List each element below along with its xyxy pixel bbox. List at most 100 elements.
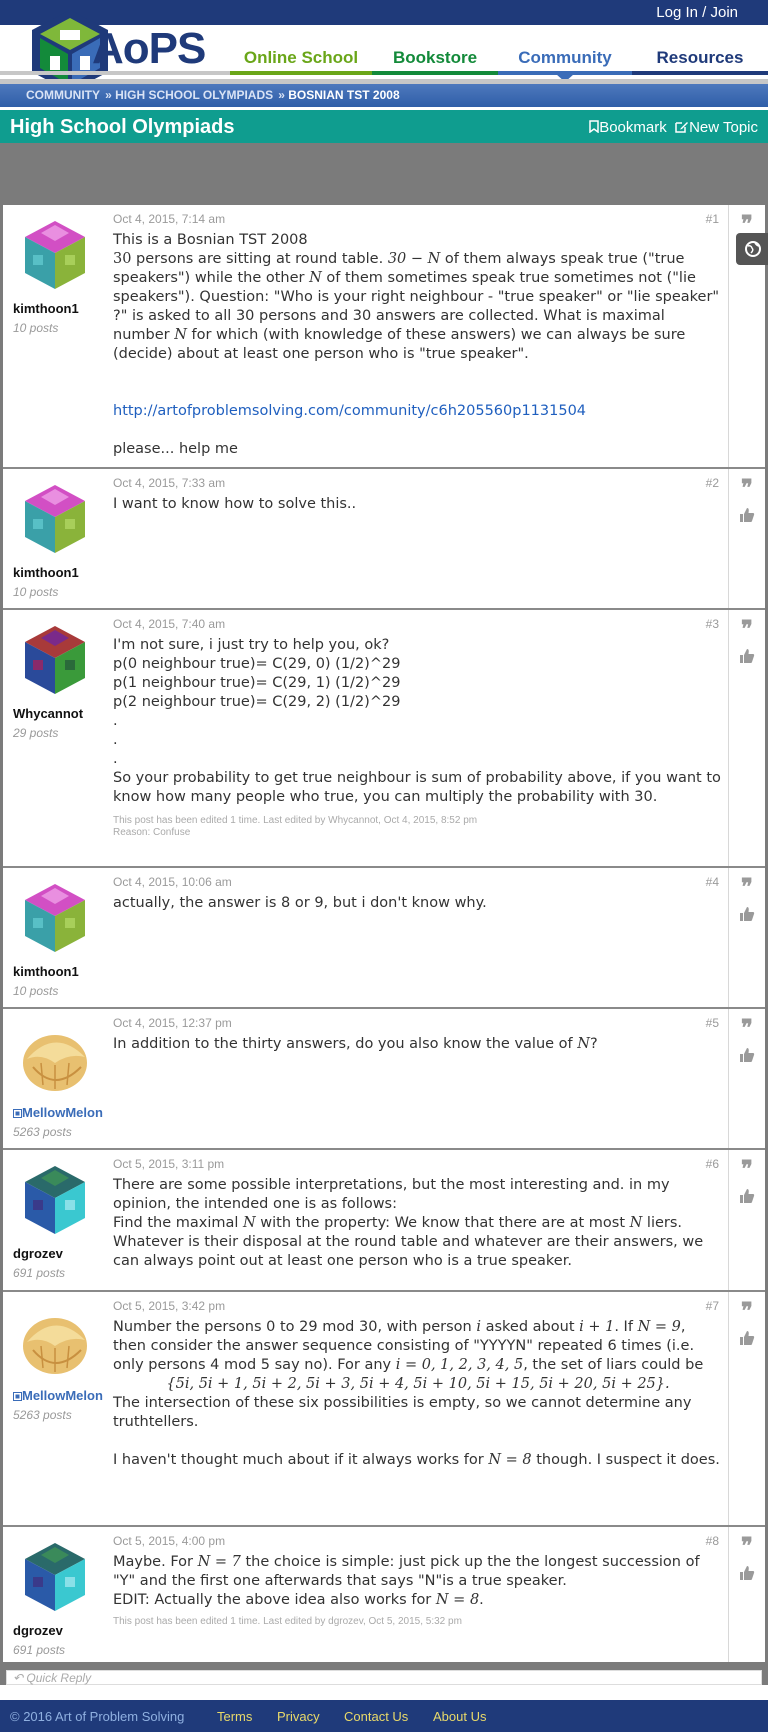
post-number[interactable]: #3 bbox=[706, 617, 719, 631]
post: ❞ kimthoon1 10 posts Oct 4, 2015, 10:06 … bbox=[3, 868, 765, 1009]
thumbs-up-icon[interactable] bbox=[739, 1330, 755, 1346]
quick-reply-bar[interactable]: ↶ Quick Reply bbox=[6, 1670, 762, 1685]
post-text: EDIT: Actually the above idea also works… bbox=[113, 1591, 723, 1610]
breadcrumb-high-school-olympiads[interactable]: HIGH SCHOOL OLYMPIADS bbox=[115, 88, 273, 102]
avatar[interactable] bbox=[19, 1306, 91, 1378]
username[interactable]: dgrozev bbox=[13, 1246, 63, 1261]
thumbs-up-icon[interactable] bbox=[739, 906, 755, 922]
post: ❞ dgrozev 691 posts Oct 5, 2015, 3:11 pm… bbox=[3, 1150, 765, 1292]
topic-link[interactable]: http://artofproblemsolving.com/community… bbox=[113, 402, 723, 421]
post-date[interactable]: Oct 4, 2015, 7:14 am bbox=[113, 212, 225, 226]
bookmark-button[interactable]: Bookmark bbox=[599, 119, 667, 136]
quote-icon[interactable]: ❞ bbox=[741, 1300, 753, 1322]
edit-note: This post has been edited 1 time. Last e… bbox=[113, 1616, 462, 1627]
nav-community[interactable]: Community bbox=[498, 48, 632, 70]
post-count: 10 posts bbox=[13, 585, 59, 599]
post-number[interactable]: #5 bbox=[706, 1016, 719, 1030]
post-date[interactable]: Oct 5, 2015, 3:11 pm bbox=[113, 1157, 224, 1171]
username[interactable]: kimthoon1 bbox=[13, 565, 79, 580]
bookmark-icon bbox=[589, 120, 599, 134]
quote-icon[interactable]: ❞ bbox=[741, 213, 753, 235]
post-body: This is a Bosnian TST 2008 30 persons ar… bbox=[113, 231, 723, 459]
thumbs-up-icon[interactable] bbox=[739, 1188, 755, 1204]
thumbs-up-icon[interactable] bbox=[739, 507, 755, 523]
quote-icon[interactable]: ❞ bbox=[741, 477, 753, 499]
post-number[interactable]: #4 bbox=[706, 875, 719, 889]
quote-icon[interactable]: ❞ bbox=[741, 1017, 753, 1039]
post-actions: ❞ bbox=[728, 1150, 765, 1290]
avatar[interactable] bbox=[19, 1023, 91, 1095]
login-join-link[interactable]: Log In / Join bbox=[656, 4, 738, 21]
quick-reply-label[interactable]: Quick Reply bbox=[26, 1671, 91, 1685]
post-text: though. I suspect it does. bbox=[531, 1452, 720, 1468]
quote-icon[interactable]: ❞ bbox=[741, 1158, 753, 1180]
username[interactable]: MellowMelon bbox=[13, 1388, 103, 1403]
nav-resources[interactable]: Resources bbox=[632, 48, 768, 70]
post-number[interactable]: #7 bbox=[706, 1299, 719, 1313]
post-number[interactable]: #1 bbox=[706, 212, 719, 226]
math: i + 1 bbox=[579, 1319, 615, 1335]
username[interactable]: kimthoon1 bbox=[13, 301, 79, 316]
avatar[interactable] bbox=[19, 882, 91, 954]
post-actions: ❞ bbox=[728, 1527, 765, 1662]
post-text: EDIT: Actually the above idea also works… bbox=[113, 1592, 436, 1608]
globe-tab[interactable] bbox=[736, 233, 768, 265]
post-date[interactable]: Oct 4, 2015, 12:37 pm bbox=[113, 1016, 232, 1030]
post-text: . bbox=[479, 1592, 484, 1608]
post: ❞ MellowMelon 5263 posts Oct 5, 2015, 3:… bbox=[3, 1292, 765, 1527]
post-number[interactable]: #6 bbox=[706, 1157, 719, 1171]
post-date[interactable]: Oct 4, 2015, 7:33 am bbox=[113, 476, 225, 490]
username[interactable]: kimthoon1 bbox=[13, 964, 79, 979]
math-display: {5i, 5i + 1, 5i + 2, 5i + 3, 5i + 4, 5i … bbox=[166, 1376, 670, 1392]
post-count: 10 posts bbox=[13, 984, 59, 998]
math: 30 bbox=[113, 251, 132, 267]
username[interactable]: dgrozev bbox=[13, 1623, 63, 1638]
quote-icon[interactable]: ❞ bbox=[741, 1535, 753, 1557]
quote-icon[interactable]: ❞ bbox=[741, 876, 753, 898]
footer-link-terms[interactable]: Terms bbox=[217, 1709, 252, 1724]
username[interactable]: Whycannot bbox=[13, 706, 83, 721]
post-body: In addition to the thirty answers, do yo… bbox=[113, 1035, 723, 1054]
post-number[interactable]: #8 bbox=[706, 1534, 719, 1548]
post: ❞ kimthoon1 10 posts Oct 4, 2015, 7:33 a… bbox=[3, 469, 765, 610]
aops-logo-text[interactable]: AoPS bbox=[92, 24, 206, 74]
post-text: p(1 neighbour true)= C(29, 1) (1/2)^29 bbox=[113, 675, 401, 691]
post-date[interactable]: Oct 4, 2015, 7:40 am bbox=[113, 617, 225, 631]
forum-title[interactable]: High School Olympiads bbox=[10, 116, 234, 139]
post-date[interactable]: Oct 4, 2015, 10:06 am bbox=[113, 875, 232, 889]
post-date[interactable]: Oct 5, 2015, 4:00 pm bbox=[113, 1534, 225, 1548]
post-text: . If bbox=[614, 1319, 638, 1335]
breadcrumb-community[interactable]: COMMUNITY bbox=[26, 88, 100, 102]
avatar[interactable] bbox=[19, 483, 91, 555]
footer-link-contact[interactable]: Contact Us bbox=[344, 1709, 408, 1724]
username-text[interactable]: MellowMelon bbox=[22, 1105, 103, 1120]
post-text: There are some possible interpretations,… bbox=[113, 1177, 670, 1212]
thumbs-up-icon[interactable] bbox=[739, 648, 755, 664]
nav-bookstore[interactable]: Bookstore bbox=[372, 48, 498, 70]
math: N = 9 bbox=[637, 1319, 681, 1335]
nav-online-school[interactable]: Online School bbox=[230, 48, 372, 70]
new-topic-button[interactable]: New Topic bbox=[689, 119, 758, 136]
post-text: In addition to the thirty answers, do yo… bbox=[113, 1035, 723, 1054]
post: ❞ dgrozev 691 posts Oct 5, 2015, 4:00 pm… bbox=[3, 1527, 765, 1662]
username[interactable]: MellowMelon bbox=[13, 1105, 103, 1120]
math: 30 − N bbox=[387, 251, 441, 267]
thumbs-up-icon[interactable] bbox=[739, 1047, 755, 1063]
username-text[interactable]: MellowMelon bbox=[22, 1388, 103, 1403]
avatar[interactable] bbox=[19, 1164, 91, 1236]
breadcrumb-topic[interactable]: BOSNIAN TST 2008 bbox=[288, 88, 399, 102]
post-text: Number the persons 0 to 29 mod 30, with … bbox=[113, 1318, 723, 1375]
thumbs-up-icon[interactable] bbox=[739, 1565, 755, 1581]
footer-copyright: © 2016 Art of Problem Solving bbox=[10, 1709, 185, 1724]
avatar[interactable] bbox=[19, 624, 91, 696]
footer-link-privacy[interactable]: Privacy bbox=[277, 1709, 320, 1724]
avatar[interactable] bbox=[19, 219, 91, 291]
post-list: ❞ kimthoon1 10 posts Oct 4, 2015, 7:14 a… bbox=[3, 205, 765, 1662]
footer-link-about[interactable]: About Us bbox=[433, 1709, 486, 1724]
quote-icon[interactable]: ❞ bbox=[741, 618, 753, 640]
post-date[interactable]: Oct 5, 2015, 3:42 pm bbox=[113, 1299, 225, 1313]
avatar[interactable] bbox=[19, 1541, 91, 1613]
post-count: 29 posts bbox=[13, 726, 59, 740]
post-number[interactable]: #2 bbox=[706, 476, 719, 490]
post-count: 691 posts bbox=[13, 1643, 66, 1657]
